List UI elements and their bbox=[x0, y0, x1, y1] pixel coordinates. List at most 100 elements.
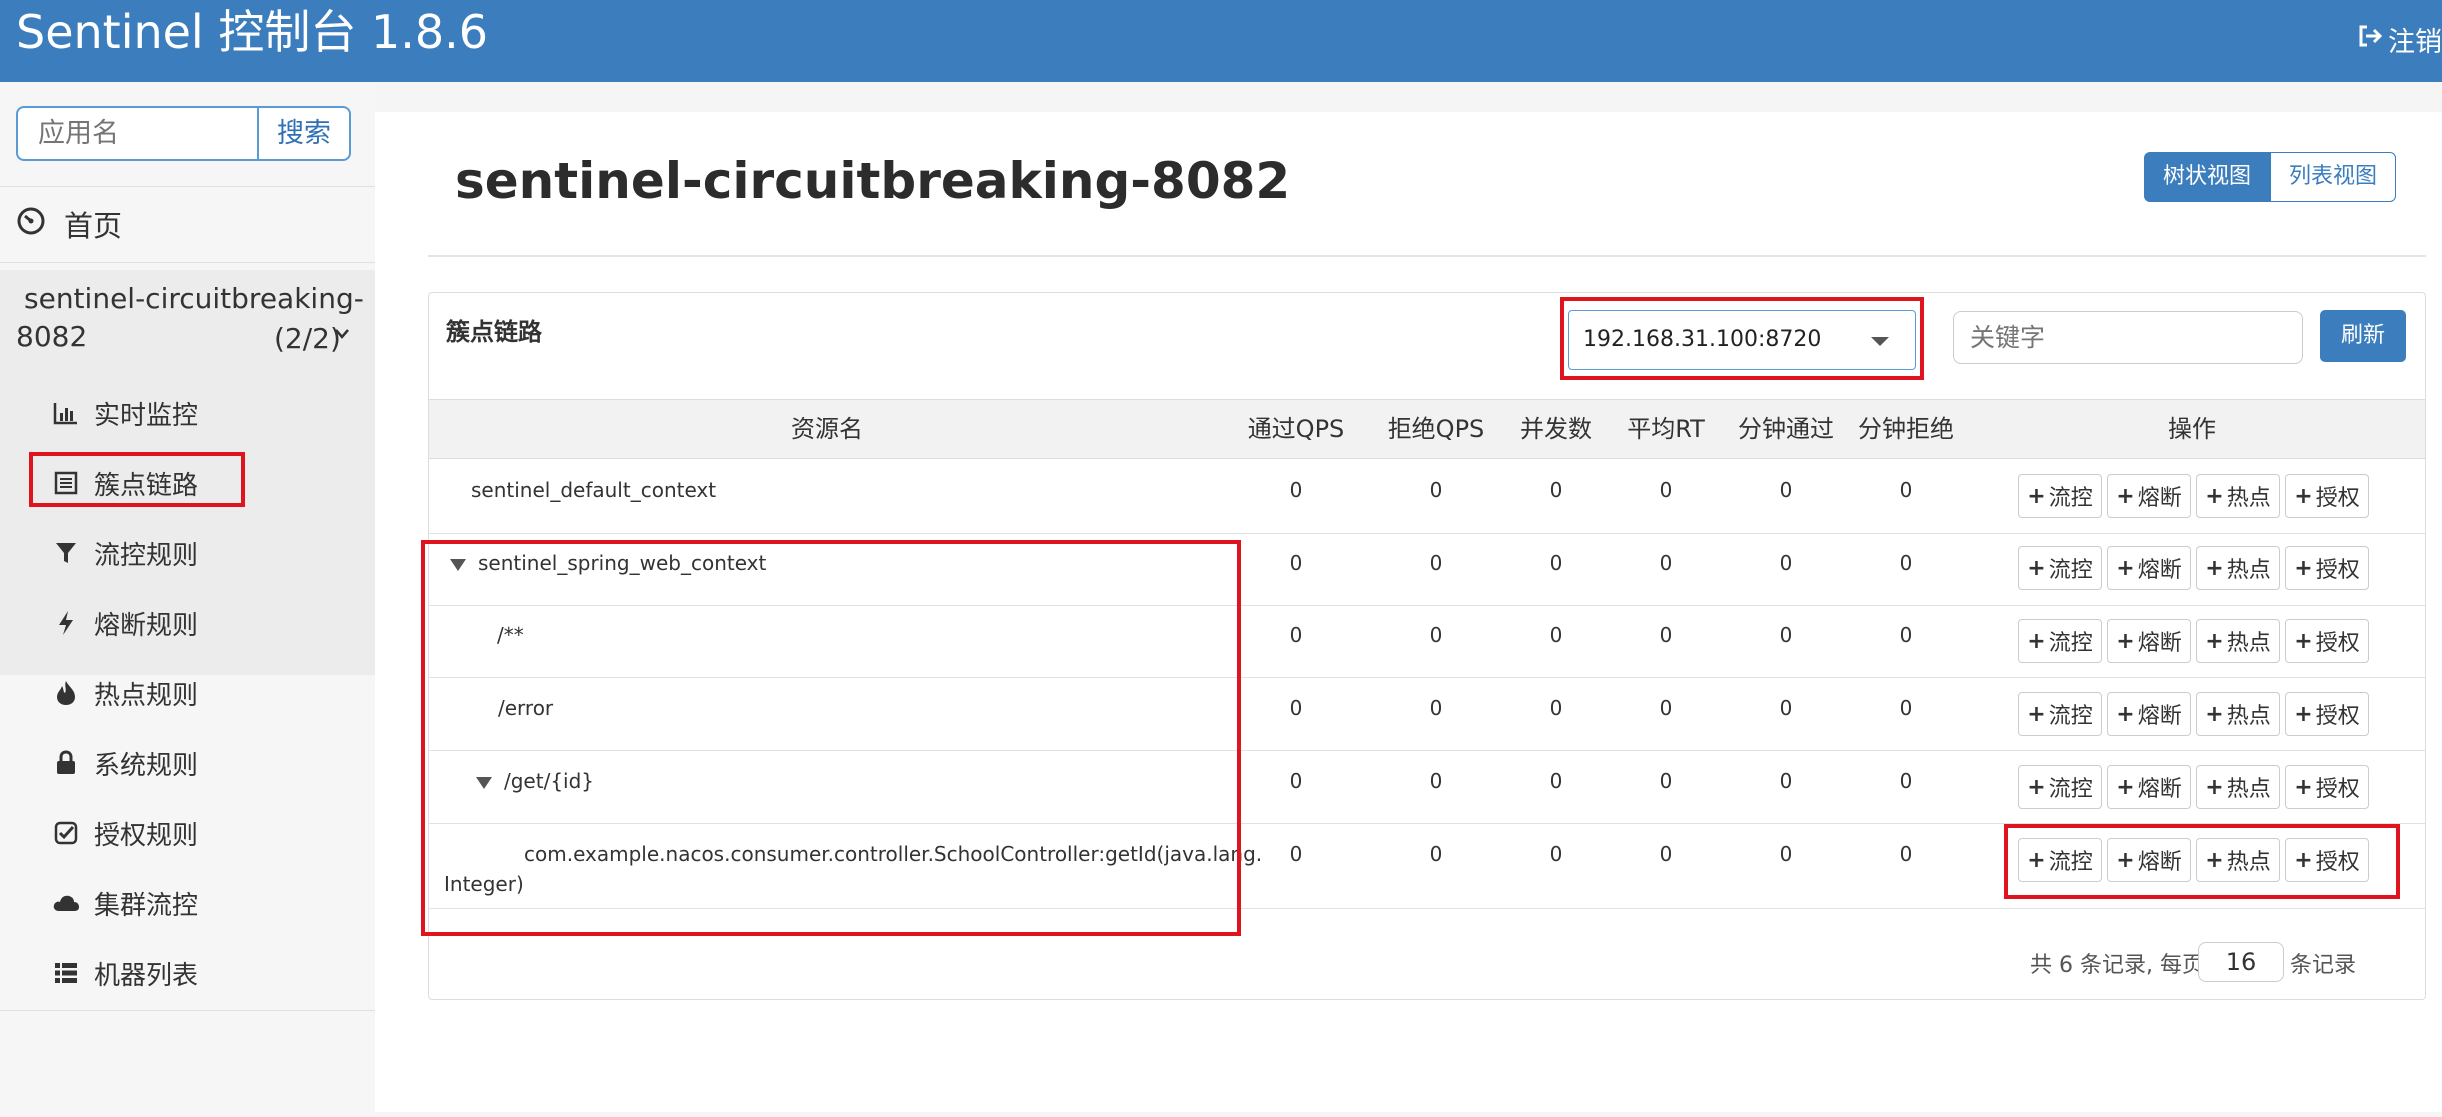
hotspot-rule-button[interactable]: + 热点 bbox=[2196, 474, 2280, 518]
pass-qps: 0 bbox=[1289, 478, 1303, 502]
auth-rule-button[interactable]: + 授权 bbox=[2285, 546, 2369, 590]
degrade-rule-button[interactable]: + 熔断 bbox=[2107, 765, 2191, 809]
button-label: 熔断 bbox=[2137, 486, 2182, 511]
chevron-down-icon[interactable] bbox=[334, 326, 350, 345]
sidebar-item-realtime-monitor[interactable]: 实时监控 bbox=[52, 391, 198, 435]
fire-icon bbox=[52, 680, 80, 706]
auth-rule-button[interactable]: + 授权 bbox=[2285, 765, 2369, 809]
refresh-button[interactable]: 刷新 bbox=[2320, 310, 2406, 362]
minute-pass: 0 bbox=[1779, 478, 1793, 502]
degrade-rule-button[interactable]: + 熔断 bbox=[2107, 619, 2191, 663]
plus-icon: + bbox=[2027, 483, 2046, 509]
page-size-input[interactable]: 16 bbox=[2198, 942, 2284, 982]
plus-icon: + bbox=[2116, 628, 2135, 654]
degrade-rule-button[interactable]: + 熔断 bbox=[2107, 692, 2191, 736]
lock-icon bbox=[52, 750, 80, 776]
flow-rule-button[interactable]: + 流控 bbox=[2018, 692, 2102, 736]
button-label: 流控 bbox=[2048, 558, 2093, 583]
minute-block: 0 bbox=[1899, 478, 1913, 502]
resource-name: sentinel_default_context bbox=[471, 478, 717, 502]
degrade-rule-button[interactable]: + 熔断 bbox=[2107, 546, 2191, 590]
menu-label: 流控规则 bbox=[94, 540, 199, 571]
sidebar-item-system-rules[interactable]: 系统规则 bbox=[52, 741, 198, 785]
sidebar-item-hotspot-rules[interactable]: 热点规则 bbox=[52, 671, 198, 715]
minute-block: 0 bbox=[1899, 623, 1913, 647]
logout-link[interactable]: 注销 bbox=[2356, 20, 2442, 59]
sidebar-item-auth-rules[interactable]: 授权规则 bbox=[52, 811, 198, 855]
hotspot-rule-button[interactable]: + 热点 bbox=[2196, 619, 2280, 663]
bar-chart-icon bbox=[52, 401, 80, 425]
button-label: 流控 bbox=[2048, 631, 2093, 656]
flow-rule-button[interactable]: + 流控 bbox=[2018, 765, 2102, 809]
sidebar-item-machine-list[interactable]: 机器列表 bbox=[52, 951, 198, 995]
sidebar-item-cluster-flow[interactable]: 集群流控 bbox=[52, 881, 198, 925]
degrade-rule-button[interactable]: + 熔断 bbox=[2107, 474, 2191, 518]
auth-rule-button[interactable]: + 授权 bbox=[2285, 692, 2369, 736]
highlight-box-machine bbox=[1560, 297, 1924, 380]
avg-rt: 0 bbox=[1659, 842, 1673, 866]
thread-num: 0 bbox=[1549, 551, 1563, 575]
pass-qps: 0 bbox=[1289, 551, 1303, 575]
avg-rt: 0 bbox=[1659, 769, 1673, 793]
minute-pass: 0 bbox=[1779, 623, 1793, 647]
menu-label: 授权规则 bbox=[94, 820, 199, 851]
avg-rt: 0 bbox=[1659, 478, 1673, 502]
plus-icon: + bbox=[2116, 555, 2135, 581]
plus-icon: + bbox=[2116, 701, 2135, 727]
dashboard-icon bbox=[16, 206, 46, 243]
highlight-box-resources bbox=[421, 540, 1241, 936]
flow-rule-button[interactable]: + 流控 bbox=[2018, 474, 2102, 518]
app-search-button[interactable]: 搜索 bbox=[257, 106, 351, 161]
hotspot-rule-button[interactable]: + 热点 bbox=[2196, 765, 2280, 809]
flow-rule-button[interactable]: + 流控 bbox=[2018, 619, 2102, 663]
check-icon bbox=[52, 821, 80, 845]
plus-icon: + bbox=[2027, 701, 2046, 727]
block-qps: 0 bbox=[1429, 623, 1443, 647]
column-header: 并发数 bbox=[1520, 415, 1592, 443]
column-header: 操作 bbox=[2168, 415, 2216, 443]
minute-block: 0 bbox=[1899, 769, 1913, 793]
button-label: 授权 bbox=[2315, 704, 2360, 729]
column-header: 分钟拒绝 bbox=[1858, 415, 1954, 443]
avg-rt: 0 bbox=[1659, 696, 1673, 720]
auth-rule-button[interactable]: + 授权 bbox=[2285, 619, 2369, 663]
plus-icon: + bbox=[2205, 628, 2224, 654]
app-search-input[interactable] bbox=[16, 106, 258, 161]
sidebar-item-home[interactable]: 首页 bbox=[16, 202, 122, 246]
sidebar-divider bbox=[0, 262, 375, 263]
pass-qps: 0 bbox=[1289, 623, 1303, 647]
plus-icon: + bbox=[2294, 701, 2313, 727]
block-qps: 0 bbox=[1429, 769, 1443, 793]
auth-rule-button[interactable]: + 授权 bbox=[2285, 474, 2369, 518]
plus-icon: + bbox=[2116, 774, 2135, 800]
button-label: 流控 bbox=[2048, 704, 2093, 729]
plus-icon: + bbox=[2027, 628, 2046, 654]
menu-label: 集群流控 bbox=[94, 890, 199, 921]
button-label: 熔断 bbox=[2137, 704, 2182, 729]
record-count-prefix: 共 6 条记录, 每页 bbox=[2030, 953, 2204, 978]
logout-label: 注销 bbox=[2388, 27, 2442, 58]
hotspot-rule-button[interactable]: + 热点 bbox=[2196, 546, 2280, 590]
app-name-line1[interactable]: sentinel-circuitbreaking- bbox=[24, 282, 364, 315]
minute-block: 0 bbox=[1899, 551, 1913, 575]
menu-label: 实时监控 bbox=[94, 400, 199, 431]
th-list-icon bbox=[52, 962, 80, 984]
plus-icon: + bbox=[2294, 628, 2313, 654]
page-title: sentinel-circuitbreaking-8082 bbox=[455, 152, 1291, 210]
tree-view-button[interactable]: 树状视图 bbox=[2144, 152, 2270, 202]
sidebar-item-degrade-rules[interactable]: 熔断规则 bbox=[52, 601, 198, 645]
minute-block: 0 bbox=[1899, 696, 1913, 720]
list-view-button[interactable]: 列表视图 bbox=[2270, 152, 2396, 202]
sidebar-item-flow-rules[interactable]: 流控规则 bbox=[52, 531, 198, 575]
keyword-input[interactable] bbox=[1953, 311, 2303, 364]
flow-rule-button[interactable]: + 流控 bbox=[2018, 546, 2102, 590]
plus-icon: + bbox=[2294, 483, 2313, 509]
button-label: 流控 bbox=[2048, 777, 2093, 802]
block-qps: 0 bbox=[1429, 478, 1443, 502]
brand-title[interactable]: Sentinel 控制台 1.8.6 bbox=[16, 0, 488, 64]
hotspot-rule-button[interactable]: + 热点 bbox=[2196, 692, 2280, 736]
plus-icon: + bbox=[2116, 483, 2135, 509]
app-name-line2[interactable]: 8082 bbox=[16, 320, 87, 353]
sidebar-divider bbox=[0, 1010, 375, 1011]
filter-icon bbox=[52, 541, 80, 565]
